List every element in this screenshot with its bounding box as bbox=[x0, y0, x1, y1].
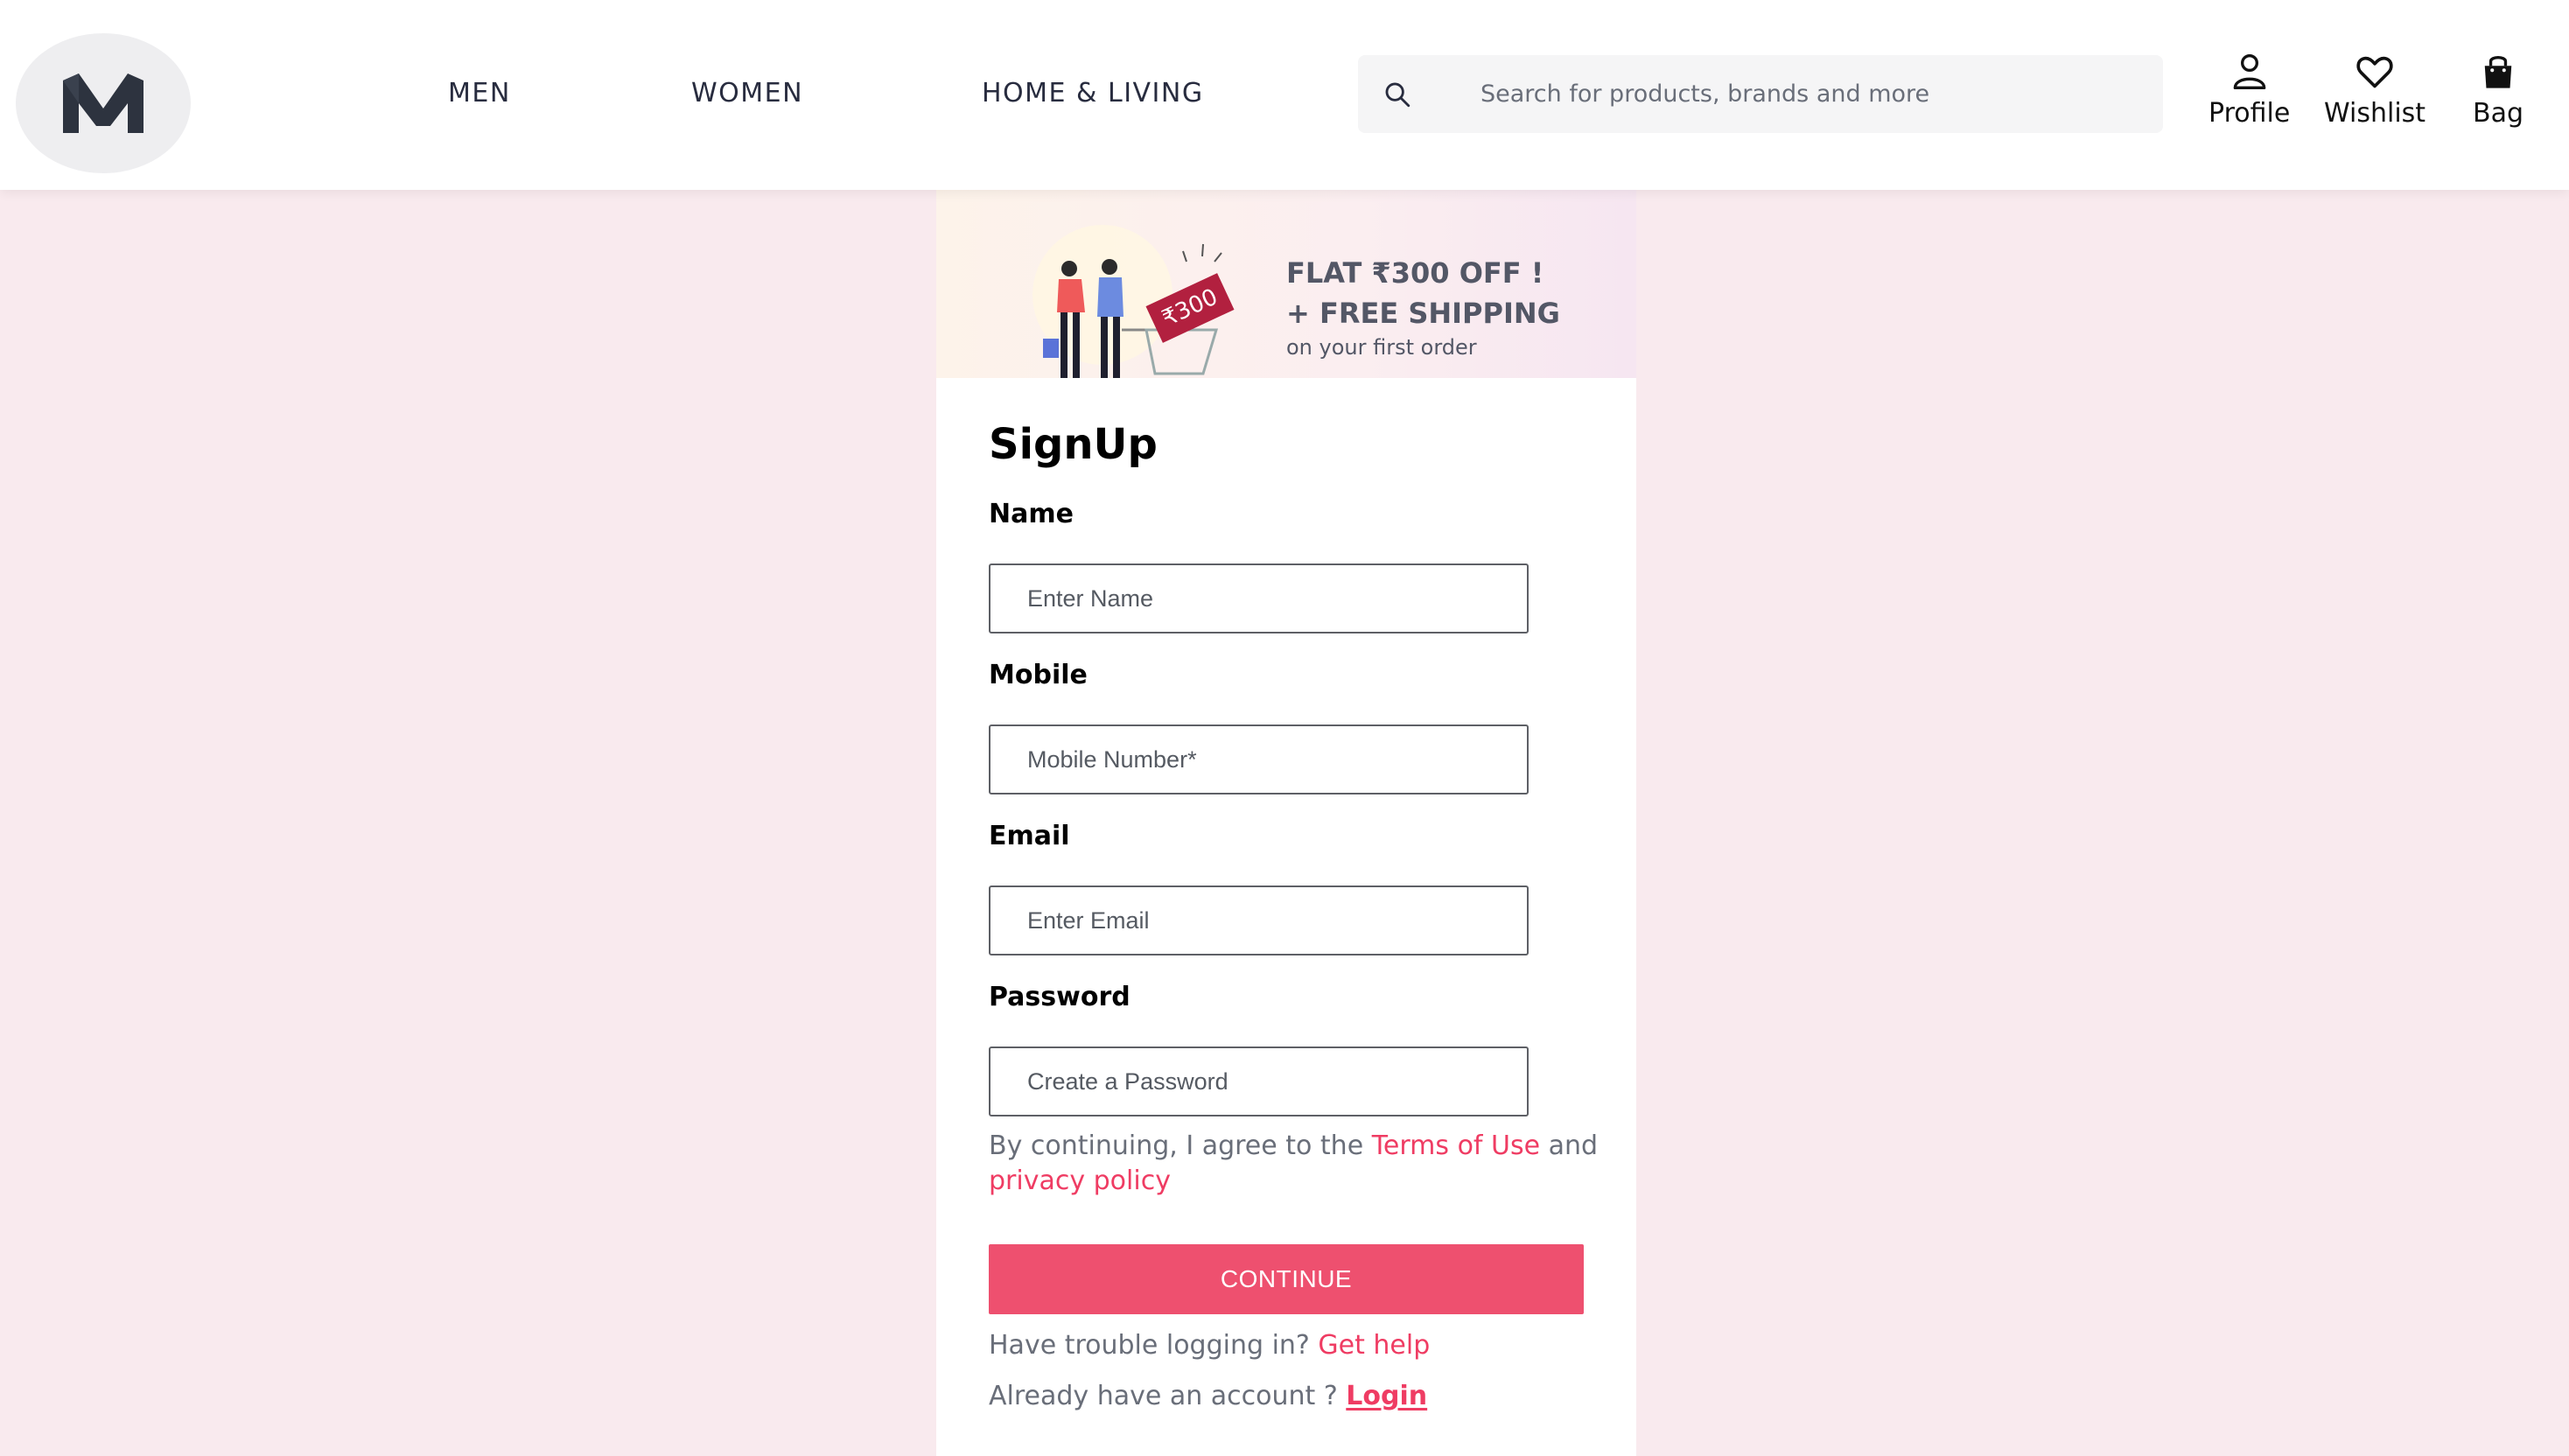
nav-home-living[interactable]: HOME & LIVING bbox=[982, 77, 1204, 110]
mobile-input[interactable] bbox=[989, 724, 1529, 794]
profile-button[interactable]: Profile bbox=[2208, 52, 2290, 129]
consent-prefix: By continuing, I agree to the bbox=[989, 1130, 1372, 1161]
wishlist-button[interactable]: Wishlist bbox=[2324, 52, 2426, 129]
trouble-prefix: Have trouble logging in? bbox=[989, 1330, 1319, 1361]
nav-women[interactable]: WOMEN bbox=[691, 77, 803, 110]
nav-men[interactable]: MEN bbox=[448, 77, 511, 110]
consent-text: By continuing, I agree to the Terms of U… bbox=[989, 1129, 1601, 1199]
bag-label: Bag bbox=[2473, 98, 2524, 129]
logo-m-icon bbox=[63, 74, 144, 133]
brand-logo[interactable] bbox=[16, 33, 191, 173]
login-link[interactable]: Login bbox=[1346, 1381, 1427, 1411]
name-label: Name bbox=[989, 499, 1074, 529]
password-input[interactable] bbox=[989, 1046, 1529, 1116]
search-bar[interactable] bbox=[1358, 55, 2163, 133]
mobile-label: Mobile bbox=[989, 660, 1088, 690]
existing-account-text: Already have an account ? Login bbox=[989, 1381, 1427, 1411]
bag-icon bbox=[2484, 56, 2512, 88]
offer-text: FLAT ₹300 OFF ! + FREE SHIPPING on your … bbox=[1286, 253, 1560, 360]
page-title: SignUp bbox=[989, 420, 1158, 469]
terms-of-use-link[interactable]: Terms of Use bbox=[1372, 1130, 1540, 1161]
offer-line-1: FLAT ₹300 OFF ! bbox=[1286, 256, 1544, 290]
email-input[interactable] bbox=[989, 886, 1529, 956]
password-label: Password bbox=[989, 982, 1130, 1012]
consent-and: and bbox=[1540, 1130, 1599, 1161]
wishlist-label: Wishlist bbox=[2324, 98, 2426, 129]
bag-button[interactable]: Bag bbox=[2473, 52, 2524, 129]
continue-button[interactable]: CONTINUE bbox=[989, 1244, 1584, 1314]
name-input[interactable] bbox=[989, 564, 1529, 634]
offer-banner: ₹300 FLAT ₹300 OFF ! + FREE SHIPPING on … bbox=[936, 190, 1636, 378]
shoppers-illustration: ₹300 bbox=[1032, 225, 1235, 378]
offer-line-2: + FREE SHIPPING bbox=[1286, 297, 1560, 330]
trouble-login-text: Have trouble logging in? Get help bbox=[989, 1330, 1430, 1361]
offer-line-3: on your first order bbox=[1286, 335, 1477, 360]
profile-label: Profile bbox=[2208, 98, 2291, 129]
search-input[interactable] bbox=[1480, 55, 2146, 133]
search-icon[interactable] bbox=[1382, 80, 1412, 109]
heart-icon bbox=[2356, 56, 2393, 88]
email-label: Email bbox=[989, 821, 1070, 851]
privacy-policy-link[interactable]: privacy policy bbox=[989, 1166, 1171, 1196]
signup-card: ₹300 FLAT ₹300 OFF ! + FREE SHIPPING on … bbox=[936, 190, 1636, 1456]
top-header: MEN WOMEN HOME & LIVING Profile Wishlist… bbox=[0, 0, 2569, 190]
account-prefix: Already have an account ? bbox=[989, 1381, 1347, 1411]
profile-icon bbox=[2233, 54, 2265, 89]
get-help-link[interactable]: Get help bbox=[1318, 1330, 1430, 1361]
